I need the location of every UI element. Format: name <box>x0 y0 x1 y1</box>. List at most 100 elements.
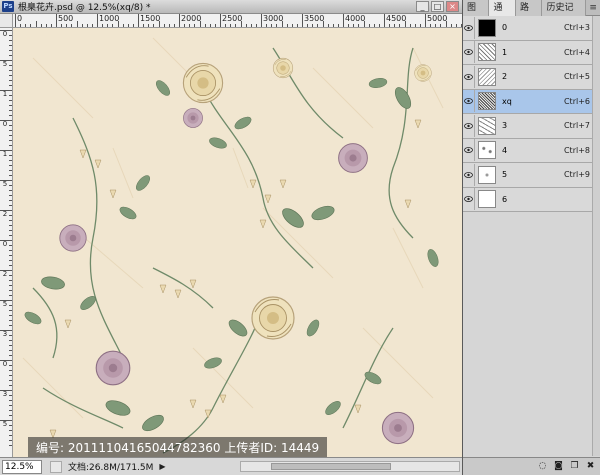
visibility-eye-icon[interactable] <box>463 188 475 211</box>
visibility-eye-icon[interactable] <box>463 41 475 64</box>
ruler-tick <box>9 265 12 266</box>
ruler-minor-tick <box>189 24 191 27</box>
tab-layers[interactable]: 图层 <box>463 0 490 29</box>
ruler-minor-tick <box>348 24 350 27</box>
tab-history[interactable]: 历史记录 <box>542 0 587 29</box>
visibility-eye-icon[interactable] <box>463 114 475 137</box>
ruler-tick <box>9 45 12 46</box>
channel-row-selected[interactable]: xq Ctrl+6 <box>463 89 600 114</box>
horizontal-ruler[interactable]: 0 500 1000 1500 2000 2500 3000 3500 4000 4500 5000 <box>13 14 462 28</box>
ruler-minor-tick <box>158 21 160 27</box>
ruler-minor-tick <box>25 24 27 27</box>
ruler-tick <box>9 205 12 206</box>
ruler-tick <box>9 230 12 231</box>
ruler-tick <box>0 360 12 361</box>
ruler-tick <box>9 70 12 71</box>
ruler-minor-tick <box>368 24 370 27</box>
ruler-tick <box>9 135 12 136</box>
visibility-eye-icon[interactable] <box>463 139 475 162</box>
ruler-major-tick <box>56 14 57 27</box>
ruler-minor-tick <box>450 24 452 27</box>
zoom-level-field[interactable]: 12.5% <box>2 459 42 474</box>
ruler-tick <box>9 400 12 401</box>
horizontal-scrollbar[interactable] <box>240 461 460 472</box>
document-titlebar[interactable]: Ps 根臬花卉.psd @ 12.5%(xq/8) * _ □ × <box>0 0 462 14</box>
ruler-label: 0 <box>17 14 23 23</box>
ruler-tick <box>9 85 12 86</box>
channel-row[interactable]: 4 Ctrl+8 <box>463 138 600 163</box>
ruler-minor-tick <box>102 24 104 27</box>
visibility-eye-icon[interactable] <box>463 163 475 186</box>
ruler-major-tick <box>97 14 98 27</box>
ruler-major-tick <box>384 14 385 27</box>
ruler-label: 3500 <box>304 14 325 23</box>
channel-row[interactable]: 1 Ctrl+4 <box>463 40 600 65</box>
ruler-label: 0 <box>2 120 8 128</box>
ruler-tick <box>9 415 12 416</box>
ruler-minor-tick <box>35 21 37 27</box>
channel-row[interactable]: 2 Ctrl+5 <box>463 65 600 90</box>
channel-thumbnail <box>478 141 496 160</box>
document-canvas[interactable] <box>13 28 462 457</box>
tab-paths[interactable]: 路径 <box>515 0 543 29</box>
panel-menu-icon[interactable]: ≡ <box>586 0 600 15</box>
maximize-button[interactable]: □ <box>431 1 444 12</box>
ruler-tick <box>9 315 12 316</box>
ruler-minor-tick <box>127 24 129 27</box>
ruler-minor-tick <box>255 24 257 27</box>
vertical-ruler[interactable]: 05101520253035 <box>0 28 13 457</box>
ruler-tick <box>9 355 12 356</box>
ruler-minor-tick <box>117 21 119 27</box>
scrollbar-thumb[interactable] <box>271 463 391 470</box>
ruler-tick <box>9 365 12 366</box>
ruler-minor-tick <box>45 24 47 27</box>
ruler-minor-tick <box>296 24 298 27</box>
ruler-label: 2000 <box>181 14 202 23</box>
ruler-major-tick <box>302 14 303 27</box>
ruler-tick <box>9 35 12 36</box>
channel-row[interactable]: 0 Ctrl+3 <box>463 16 600 41</box>
close-button[interactable]: × <box>446 1 459 12</box>
channel-row[interactable]: 5 Ctrl+9 <box>463 163 600 188</box>
channel-shortcut: Ctrl+3 <box>563 23 590 33</box>
ruler-tick <box>9 375 12 376</box>
delete-channel-icon[interactable]: ✖ <box>585 461 596 472</box>
load-selection-icon[interactable]: ◌ <box>537 461 548 472</box>
channel-shortcut: Ctrl+8 <box>563 145 590 155</box>
ruler-tick <box>9 290 12 291</box>
ruler-tick <box>9 275 12 276</box>
ruler-major-tick <box>261 14 262 27</box>
ruler-minor-tick <box>71 24 73 27</box>
minimize-button[interactable]: _ <box>416 1 429 12</box>
new-channel-icon[interactable]: ❐ <box>569 461 580 472</box>
ruler-major-tick <box>220 14 221 27</box>
channel-thumbnail <box>478 67 496 86</box>
ruler-minor-tick <box>230 24 232 27</box>
panel-scrollbar[interactable] <box>592 16 600 456</box>
tab-channels[interactable]: 通道 <box>489 0 516 29</box>
channel-name: 2 <box>502 72 508 82</box>
ruler-minor-tick <box>337 24 339 27</box>
ruler-tick <box>9 430 12 431</box>
visibility-eye-icon[interactable] <box>463 65 475 88</box>
ruler-minor-tick <box>112 24 114 27</box>
ruler-tick <box>0 210 12 211</box>
status-menu-arrow-icon[interactable]: ▶ <box>159 462 168 472</box>
ruler-tick <box>9 110 12 111</box>
visibility-eye-icon[interactable] <box>463 16 475 39</box>
ruler-minor-tick <box>40 24 42 27</box>
ruler-tick <box>9 50 12 51</box>
ruler-minor-tick <box>173 24 175 27</box>
visibility-eye-icon[interactable] <box>463 90 475 113</box>
ruler-tick <box>0 60 12 61</box>
channel-row[interactable]: 3 Ctrl+7 <box>463 114 600 139</box>
channel-row[interactable]: 6 <box>463 187 600 212</box>
ruler-minor-tick <box>163 24 165 27</box>
ruler-minor-tick <box>430 24 432 27</box>
ruler-minor-tick <box>435 24 437 27</box>
ruler-tick <box>0 120 12 121</box>
ruler-label: 0 <box>2 360 8 368</box>
ruler-origin[interactable] <box>0 14 13 28</box>
ruler-tick <box>9 285 12 286</box>
save-selection-icon[interactable]: ◙ <box>553 461 564 472</box>
